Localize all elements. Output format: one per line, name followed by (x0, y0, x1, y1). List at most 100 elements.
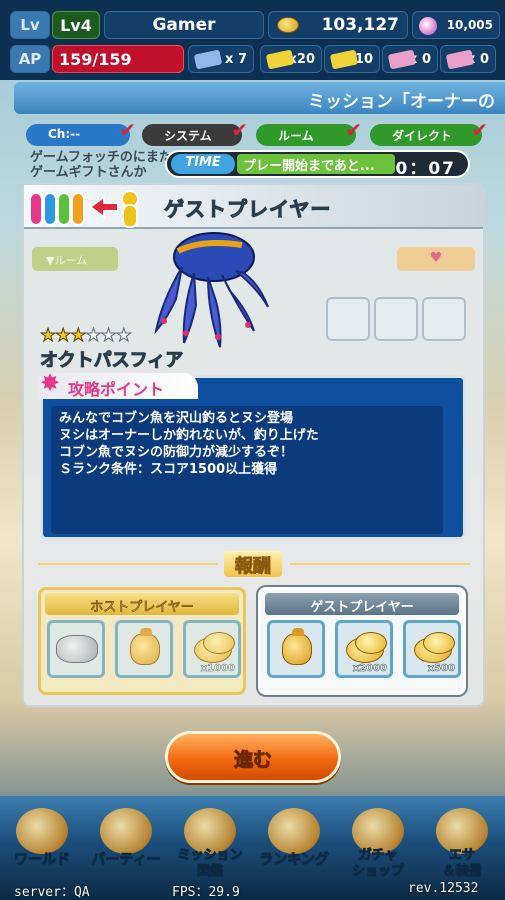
time-tag: TIME (171, 154, 235, 174)
strategy-tab: ✸ 攻略ポイント (38, 369, 198, 399)
coin-icon (346, 632, 387, 663)
reward-quantity: x1000 (200, 663, 235, 675)
chat-filter-label: ダイレクト (392, 129, 453, 143)
nav-ranking[interactable]: ランキング (252, 802, 336, 882)
star-burst-icon: ✸ (40, 369, 61, 397)
mission-banner[interactable]: ミッション「オーナーの (14, 82, 505, 114)
money-bag-icon (130, 628, 160, 665)
ticket-icon (387, 49, 417, 70)
chat-filter-system[interactable]: システム ✔ (142, 118, 248, 146)
ticket-counter[interactable]: x20 (260, 45, 322, 73)
coin-amount: 103,127 (321, 15, 399, 35)
reward-item[interactable] (115, 620, 173, 678)
strategy-text-box: みんなでコブン魚を沢山釣るとヌシ登場 ヌシはオーナーしか釣れないが、釣り上げた … (51, 406, 443, 534)
strategy-line: ヌシはオーナーしか釣れないが、釣り上げた (59, 428, 319, 443)
divider (38, 563, 218, 565)
room-members (326, 297, 466, 341)
strategy-line: Ｓランク条件：スコア1500以上獲得 (59, 462, 278, 477)
players-icon (29, 190, 139, 228)
strategy-text: みんなでコブン魚を沢山釣るとヌシ登場 ヌシはオーナーしか釣れないが、釣り上げた … (51, 410, 319, 478)
checkmark-icon: ✔ (119, 118, 136, 142)
reward-title: 報酬 (224, 551, 282, 578)
nav-party[interactable]: パーティー (84, 802, 168, 882)
gem-counter[interactable]: 10,005 (412, 11, 500, 39)
gem-amount: 10,005 (446, 18, 493, 32)
strategy-line: みんなでコブン魚を沢山釣るとヌシ登場 (59, 411, 294, 426)
guest-reward-panel: ゲストプレイヤー x2000 x500 (258, 587, 466, 695)
strategy-label: 攻略ポイント (68, 380, 165, 399)
ticket-count: x 7 (225, 51, 247, 67)
avatar[interactable] (326, 297, 370, 341)
reward-item[interactable] (47, 620, 105, 678)
ship-wheel-icon (16, 808, 68, 854)
ticket-icon (329, 49, 359, 70)
handshake-icon (100, 808, 152, 854)
room-filter-button[interactable]: ▼ルーム (32, 247, 118, 271)
nav-label: ガチャ ショップ (351, 848, 404, 880)
ticket-icon (265, 49, 295, 70)
coin-counter[interactable]: 103,127 (268, 11, 408, 39)
debug-server: server：QA (14, 885, 90, 900)
fish-icon (56, 635, 98, 663)
boss-name: オクトパスフィア (39, 350, 184, 372)
nav-gacha-shop[interactable]: ガチャ ショップ (336, 802, 420, 882)
ticket-icon (445, 49, 475, 70)
countdown-value: 0：07 (395, 159, 456, 179)
coin-icon (414, 632, 455, 663)
favorite-button[interactable]: ♥ (397, 247, 475, 271)
avatar[interactable] (374, 297, 418, 341)
countdown-bar: TIME プレー開始まであと... 0：07 (165, 150, 470, 179)
ticket-counter[interactable]: x 0 (382, 45, 438, 73)
coin-icon (277, 17, 299, 33)
nav-label: ワールド (14, 852, 71, 869)
difficulty-rating: ★★★★★★ (39, 325, 132, 347)
checkmark-icon: ✔ (345, 118, 362, 142)
star-filled-icon: ★★★ (39, 325, 86, 347)
reward-quantity: x2000 (352, 663, 387, 675)
reward-item[interactable]: x500 (403, 620, 461, 678)
reward-item[interactable] (267, 620, 325, 678)
chat-filter-label: ルーム (278, 129, 314, 143)
dialog-title: ゲストプレイヤー (163, 197, 332, 222)
nav-bait-equipment[interactable]: エサ ＆装備 (420, 802, 504, 882)
reward-quantity: x500 (427, 663, 455, 675)
ticket-counter[interactable]: x 0 (440, 45, 496, 73)
nav-label: エサ ＆装備 (442, 848, 482, 880)
nav-label: ミッション 図鑑 (177, 848, 243, 880)
reward-item[interactable]: x2000 (335, 620, 393, 678)
avatar[interactable] (422, 297, 466, 341)
nav-mission-book[interactable]: ミッション 図鑑 (168, 802, 252, 882)
host-reward-label: ホストプレイヤー (45, 593, 239, 615)
level-tag: Lv (10, 11, 50, 39)
proceed-button[interactable]: 進む (165, 731, 341, 783)
nav-world[interactable]: ワールド (0, 802, 84, 882)
ticket-counter[interactable]: x10 (324, 45, 380, 73)
debug-fps: FPS：29.9 (172, 885, 240, 900)
nav-label: パーティー (91, 852, 161, 869)
ap-value: 159/159 (52, 45, 184, 73)
guest-player-dialog: ゲストプレイヤー ▼ルーム ♥ ★★★★★★ オクトパスフィア みんなでコブン魚… (22, 183, 485, 707)
debug-revision: rev.12532 (408, 881, 479, 896)
chat-filter-label: システム (164, 129, 212, 143)
nav-label: ランキング (259, 852, 330, 869)
host-reward-panel: ホストプレイヤー x1000 (38, 587, 246, 695)
strategy-line: コブン魚でヌシの防御力が減少するぞ！ (59, 445, 294, 460)
star-empty-icon: ★★★ (85, 325, 132, 347)
status-bar: Lv Lv4 Gamer 103,127 10,005 AP 159/159 x… (0, 0, 505, 80)
gem-icon (419, 17, 437, 35)
coin-icon (194, 632, 235, 663)
crown-icon (268, 808, 320, 854)
chat-filter-direct[interactable]: ダイレクト ✔ (370, 118, 488, 146)
ticket-icon (193, 49, 223, 70)
divider (290, 563, 470, 565)
ticket-counter[interactable]: x 7 (188, 45, 254, 73)
ap-tag: AP (10, 45, 50, 73)
level-value: Lv4 (52, 11, 100, 39)
reward-item[interactable]: x1000 (183, 620, 241, 678)
octopus-boss-icon (154, 232, 269, 348)
countdown-message: プレー開始まであと... (237, 154, 395, 174)
player-name[interactable]: Gamer (104, 11, 264, 39)
chat-filter-channel[interactable]: Ch:-- ✔ (26, 118, 136, 146)
chat-filter-room[interactable]: ルーム ✔ (256, 118, 362, 146)
guest-reward-label: ゲストプレイヤー (265, 593, 459, 615)
